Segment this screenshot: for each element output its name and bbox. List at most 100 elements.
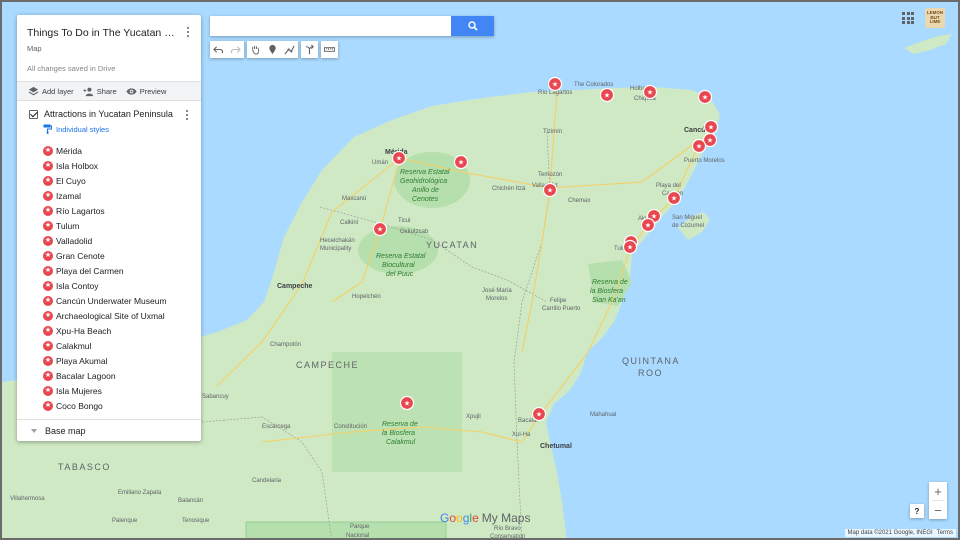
place-list-item[interactable]: ★ Valladolid (43, 233, 191, 248)
collapse-arrow-icon (31, 428, 37, 433)
label-xul-ha: Xul-Ha (512, 432, 531, 438)
terms-link[interactable]: Terms (937, 530, 953, 536)
ruler-icon (324, 47, 335, 52)
map-title[interactable]: Things To Do in The Yucatan Peninsula (27, 27, 179, 39)
zoom-in-button[interactable]: + (929, 482, 947, 500)
draw-line-button[interactable] (281, 41, 298, 58)
directions-group (301, 41, 318, 58)
keyboard-help-button[interactable]: ? (910, 504, 924, 518)
place-list-item[interactable]: ★ Isla Mujeres (43, 383, 191, 398)
map-marker[interactable]: ★ (599, 87, 615, 103)
app-frame: Mérida YUCATAN CAMPECHE QUINTANA ROO TAB… (0, 0, 960, 540)
label-siankaan-2: la Biosfera (590, 288, 623, 295)
eye-icon (126, 87, 137, 95)
label-cozumel-1: San Miguel (672, 215, 702, 221)
label-champoton: Champotón (270, 342, 301, 348)
place-list-item[interactable]: ★ Tulum (43, 218, 191, 233)
map-marker[interactable]: ★ (666, 190, 682, 206)
map-marker[interactable]: ★ (372, 221, 388, 237)
search-input[interactable] (210, 16, 451, 36)
undo-button[interactable] (210, 41, 227, 58)
label-hecelchakan: Hecelchakán (320, 238, 355, 244)
map-marker[interactable]: ★ (542, 182, 558, 198)
base-map-toggle[interactable]: Base map (17, 419, 201, 441)
add-marker-button[interactable] (264, 41, 281, 58)
label-cenotes-3: Anillo de (411, 187, 439, 194)
map-marker[interactable]: ★ (642, 84, 658, 100)
place-list-item[interactable]: ★ Gran Cenote (43, 248, 191, 263)
place-list-item[interactable]: ★ Playa del Carmen (43, 263, 191, 278)
place-list-item[interactable]: ★ Xpu-Ha Beach (43, 323, 191, 338)
map-marker[interactable]: ★ (531, 406, 547, 422)
label-jose-maria: José María (482, 288, 512, 294)
layer-visibility-checkbox[interactable] (29, 109, 38, 119)
place-list-item[interactable]: ★ Isla Holbox (43, 158, 191, 173)
place-list-item[interactable]: ★ Izamal (43, 188, 191, 203)
star-marker-icon: ★ (43, 175, 53, 186)
zoom-out-button[interactable]: − (929, 501, 947, 519)
svg-text:★: ★ (404, 400, 410, 408)
account-avatar[interactable]: LEMON BUT LIME (925, 8, 945, 28)
label-felipe: Felipe (550, 298, 567, 304)
pan-tool-button[interactable] (247, 41, 264, 58)
share-label: Share (96, 86, 117, 96)
label-carrillo: Carrillo Puerto (542, 306, 581, 312)
svg-text:★: ★ (707, 137, 713, 145)
map-marker[interactable]: ★ (703, 119, 719, 135)
add-directions-button[interactable] (301, 41, 318, 58)
star-marker-icon: ★ (43, 340, 53, 351)
share-button[interactable]: Share (83, 86, 117, 97)
svg-text:★: ★ (645, 222, 651, 230)
map-toolbar (210, 41, 338, 58)
add-layer-button[interactable]: Add layer (28, 86, 74, 97)
label-morelos: Morelos (486, 296, 507, 302)
svg-text:★: ★ (396, 155, 402, 163)
map-marker[interactable]: ★ (453, 154, 469, 170)
label-colorados: The Colorados (574, 82, 613, 88)
apps-grid-icon[interactable] (902, 12, 914, 24)
place-list-item[interactable]: ★ Archaeological Site of Uxmal (43, 308, 191, 323)
map-options-menu-icon[interactable] (184, 25, 192, 39)
place-list-item[interactable]: ★ Cancún Underwater Museum (43, 293, 191, 308)
star-marker-icon: ★ (43, 250, 53, 261)
place-list-item[interactable]: ★ Bacalar Lagoon (43, 368, 191, 383)
measure-button[interactable] (321, 41, 338, 58)
map-marker[interactable]: ★ (697, 89, 713, 105)
label-villahermosa: Villahermosa (10, 496, 45, 502)
label-constitucion: Constitución (334, 424, 367, 430)
place-name: Playa del Carmen (56, 265, 124, 276)
map-marker[interactable]: ★ (622, 239, 638, 255)
place-list-item[interactable]: ★ Río Lagartos (43, 203, 191, 218)
label-chichen: Chichén Itzá (492, 186, 526, 192)
search-bar (210, 16, 494, 36)
map-marker[interactable]: ★ (640, 217, 656, 233)
label-palenque: Palenque (112, 518, 138, 524)
place-list-item[interactable]: ★ Coco Bongo (43, 398, 191, 413)
place-list-item[interactable]: ★ Calakmul (43, 338, 191, 353)
place-name: Bacalar Lagoon (56, 370, 116, 381)
place-list-item[interactable]: ★ El Cuyo (43, 173, 191, 188)
redo-button[interactable] (227, 41, 244, 58)
star-marker-icon: ★ (43, 190, 53, 201)
place-list-item[interactable]: ★ Mérida (43, 143, 191, 158)
layer-name[interactable]: Attractions in Yucatan Peninsula (44, 109, 173, 119)
place-list-item[interactable]: ★ Isla Contoy (43, 278, 191, 293)
place-name: Valladolid (56, 235, 93, 246)
search-icon (467, 21, 478, 31)
map-marker[interactable]: ★ (399, 395, 415, 411)
layer-style-button[interactable]: Individual styles (43, 124, 191, 134)
map-marker[interactable]: ★ (691, 138, 707, 154)
label-cenotes-4: Cenotes (412, 196, 439, 203)
map-marker[interactable]: ★ (391, 150, 407, 166)
label-puuc-2: Biocultural (382, 262, 415, 269)
label-balancan: Balancán (178, 498, 203, 504)
place-list-item[interactable]: ★ Playa Akumal (43, 353, 191, 368)
layer-options-menu-icon[interactable] (183, 108, 191, 122)
preview-button[interactable]: Preview (126, 86, 166, 97)
place-list: ★ Mérida ★ Isla Holbox ★ El Cuyo ★ Izamal ★ Río L… (43, 143, 191, 413)
map-marker[interactable]: ★ (547, 76, 563, 92)
star-marker-icon: ★ (43, 370, 53, 381)
search-button[interactable] (451, 16, 494, 36)
label-temozon: Temozón (538, 172, 562, 178)
star-marker-icon: ★ (43, 205, 53, 216)
